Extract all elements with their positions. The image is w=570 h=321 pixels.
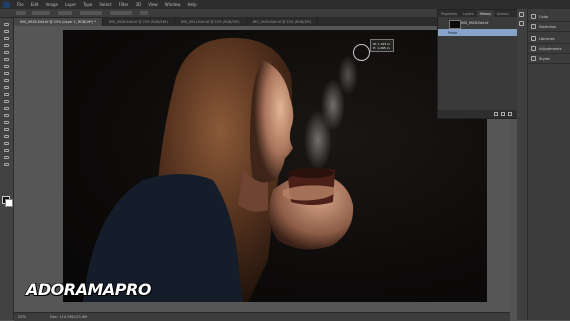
right-panel-dock: Color Swatches Libraries Adjustments Sty… — [528, 9, 570, 320]
healing-brush-tool-icon[interactable] — [3, 64, 10, 69]
move-tool-icon[interactable] — [3, 22, 10, 27]
dock-label: Libraries — [539, 36, 555, 41]
menu-bar: File Edit Image Layer Type Select Filter… — [0, 0, 570, 9]
camera-snapshot-icon[interactable] — [501, 112, 505, 116]
dock-label: Styles — [539, 56, 550, 61]
brush-cursor — [353, 44, 370, 61]
menu-item-3d[interactable]: 3D — [136, 2, 142, 7]
menu-item-edit[interactable]: Edit — [31, 2, 39, 7]
dock-item-color[interactable]: Color — [528, 12, 570, 22]
crop-tool-icon[interactable] — [3, 50, 10, 55]
history-panel: Properties Layers History Actions IMG_99… — [437, 9, 519, 119]
dock-label: Color — [539, 14, 549, 19]
dock-label: Swatches — [539, 24, 557, 29]
zoom-level[interactable]: 25% — [18, 315, 26, 319]
menu-item-view[interactable]: View — [148, 2, 158, 7]
gradient-tool-icon[interactable] — [3, 99, 10, 104]
info-width: W: 1.323 in — [373, 41, 391, 46]
menu-item-filter[interactable]: Filter — [119, 2, 129, 7]
tab-history[interactable]: History — [476, 10, 495, 17]
eraser-tool-icon[interactable] — [3, 92, 10, 97]
menu-item-image[interactable]: Image — [45, 2, 58, 7]
styles-icon — [531, 56, 536, 61]
panel-tab-bar: Properties Layers History Actions — [438, 10, 518, 17]
lasso-tool-icon[interactable] — [3, 36, 10, 41]
edit-toolbar-icon[interactable] — [3, 162, 10, 167]
document-size: Doc: 114.3M/125.9M — [50, 315, 88, 319]
history-state-label: Paste — [448, 30, 458, 35]
pen-tool-icon[interactable] — [3, 120, 10, 125]
brush-size-control[interactable] — [32, 11, 50, 15]
menu-item-help[interactable]: Help — [187, 2, 196, 7]
snapshot-label: IMG_9928-Edit.tif — [461, 21, 489, 25]
photoshop-logo-icon — [3, 1, 10, 8]
history-panel-footer — [438, 110, 518, 118]
transform-info-popup: W: 1.323 in H: 1.265 in — [370, 39, 394, 52]
brush-tool-icon[interactable] — [3, 71, 10, 76]
dock-item-swatches[interactable]: Swatches — [528, 22, 570, 32]
document-tab[interactable]: IMG_9928-Edit.tif @ 25% (RGB/16*) — [103, 18, 175, 26]
marquee-tool-icon[interactable] — [3, 29, 10, 34]
snapshot-thumbnail — [449, 20, 461, 29]
menu-item-type[interactable]: Type — [83, 2, 92, 7]
dock-item-styles[interactable]: Styles — [528, 54, 570, 64]
libraries-icon — [531, 36, 536, 41]
color-wheel-icon — [531, 14, 536, 19]
history-state-row[interactable]: Paste — [438, 29, 518, 36]
menu-item-layer[interactable]: Layer — [65, 2, 76, 7]
eyedropper-tool-icon[interactable] — [3, 57, 10, 62]
clone-stamp-tool-icon[interactable] — [3, 78, 10, 83]
tab-properties[interactable]: Properties — [438, 10, 460, 17]
properties-icon[interactable] — [519, 21, 524, 26]
document-image[interactable] — [63, 30, 487, 302]
dock-item-libraries[interactable]: Libraries — [528, 34, 570, 44]
menu-item-window[interactable]: Window — [165, 2, 181, 7]
history-brush-tool-icon[interactable] — [3, 85, 10, 90]
dodge-tool-icon[interactable] — [3, 113, 10, 118]
hand-tool-icon[interactable] — [3, 148, 10, 153]
swatches-icon — [531, 24, 536, 29]
flow-control[interactable] — [110, 11, 132, 15]
adjustments-icon — [531, 46, 536, 51]
collapsed-panel-icons — [517, 9, 528, 320]
opacity-control[interactable] — [80, 11, 102, 15]
tools-panel — [0, 18, 14, 320]
woman-drinking-tea-photo — [83, 37, 358, 302]
trash-icon[interactable] — [508, 112, 512, 116]
new-document-from-state-icon[interactable] — [494, 112, 498, 116]
shape-tool-icon[interactable] — [3, 141, 10, 146]
airbrush-toggle[interactable] — [140, 11, 148, 15]
adoramapro-watermark: ADORAMAPRO — [26, 280, 151, 299]
document-tab[interactable]: IMG_9928-Edit.tif @ 25% (Layer 1, RGB/16… — [14, 18, 103, 26]
dock-item-adjustments[interactable]: Adjustments — [528, 44, 570, 54]
document-tab-bar: IMG_9928-Edit.tif @ 25% (Layer 1, RGB/16… — [14, 18, 510, 26]
zoom-tool-icon[interactable] — [3, 155, 10, 160]
menu-item-file[interactable]: File — [17, 2, 24, 7]
path-select-tool-icon[interactable] — [3, 134, 10, 139]
tab-layers[interactable]: Layers — [460, 10, 477, 17]
document-tab[interactable]: IMG_9935-Edit.tif @ 25% (RGB/16*) — [247, 18, 319, 26]
tab-actions[interactable]: Actions — [494, 10, 512, 17]
menu-item-select[interactable]: Select — [99, 2, 111, 7]
blur-tool-icon[interactable] — [3, 106, 10, 111]
tool-preset-picker[interactable] — [16, 11, 26, 15]
history-icon[interactable] — [519, 12, 524, 17]
dock-label: Adjustments — [539, 46, 562, 51]
info-height: H: 1.265 in — [373, 46, 390, 50]
background-color-swatch[interactable] — [5, 199, 13, 207]
mode-dropdown[interactable] — [58, 11, 72, 15]
document-tab[interactable]: IMG_9931-Edit.tif @ 25% (RGB/16*) — [175, 18, 247, 26]
type-tool-icon[interactable] — [3, 127, 10, 132]
quick-select-tool-icon[interactable] — [3, 43, 10, 48]
